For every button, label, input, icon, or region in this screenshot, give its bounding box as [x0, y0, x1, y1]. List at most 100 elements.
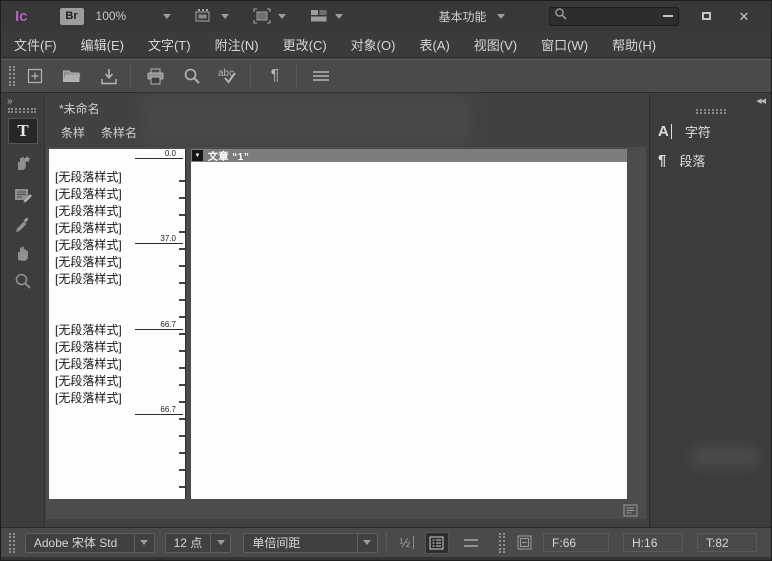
style-row[interactable]: [无段落样式] — [49, 169, 155, 186]
view-options-dropdown[interactable] — [195, 8, 229, 24]
status-bar-grip[interactable] — [499, 533, 505, 553]
menu-changes[interactable]: 更改(C) — [283, 35, 327, 54]
toolbar-menu-button[interactable] — [304, 63, 338, 89]
paragraph-panel-label: 段落 — [679, 151, 705, 170]
style-row[interactable]: [无段落样式] — [49, 390, 155, 407]
style-row[interactable]: [无段落样式] — [49, 186, 155, 203]
style-row-list: [无段落样式] [无段落样式] [无段落样式] [无段落样式] [无段落样式] … — [49, 169, 155, 407]
list-view-icon — [429, 536, 444, 550]
hand-tool-icon — [14, 243, 32, 263]
view-tab-galley[interactable]: 条样 — [61, 124, 85, 141]
hidden-characters-button[interactable]: ¶ — [258, 63, 292, 89]
print-button[interactable] — [138, 63, 172, 89]
incopy-logo: Ic — [15, 8, 28, 25]
style-row[interactable]: [无段落样式] — [49, 373, 155, 390]
menu-help[interactable]: 帮助(H) — [612, 35, 656, 54]
character-panel-label: 字符 — [685, 122, 711, 141]
fraction-toggle[interactable]: ½ — [395, 532, 419, 554]
menu-type[interactable]: 文字(T) — [148, 35, 191, 54]
tool-panel-grip[interactable] — [8, 108, 36, 113]
menu-file[interactable]: 文件(F) — [14, 35, 57, 54]
status-bar: Adobe 宋体 Std 12 点 单倍间距 ½ — [1, 527, 771, 557]
save-button[interactable] — [92, 63, 126, 89]
chevron-down-icon — [210, 534, 230, 552]
leading-value: 单倍间距 — [244, 534, 356, 551]
style-row[interactable]: [无段落样式] — [49, 339, 155, 356]
window-controls: ✕ — [649, 1, 763, 31]
leading-select[interactable]: 单倍间距 — [243, 533, 377, 553]
bridge-button[interactable]: Br — [60, 8, 84, 25]
position-tool[interactable] — [8, 150, 38, 176]
arrange-documents-dropdown[interactable] — [310, 9, 343, 23]
chevron-down-icon — [221, 14, 229, 19]
toolbar-separator — [296, 64, 297, 88]
panel-tab-character[interactable]: A 字符 — [658, 118, 766, 145]
maximize-button[interactable] — [687, 5, 725, 27]
panel-tab-paragraph[interactable]: ¶ 段落 — [658, 147, 766, 174]
menu-table[interactable]: 表(A) — [419, 35, 449, 54]
toolbar-grip[interactable] — [9, 66, 15, 86]
fraction-icon: ½ — [399, 536, 414, 549]
word-count-button[interactable] — [513, 532, 537, 554]
spell-check-button[interactable]: abc — [212, 63, 246, 89]
new-document-button[interactable] — [18, 63, 52, 89]
document-tab[interactable]: *未命名 — [59, 100, 100, 117]
font-family-select[interactable]: Adobe 宋体 Std — [25, 533, 155, 553]
story-collapse-button[interactable]: ▼ — [192, 150, 203, 161]
type-tool-icon: T — [17, 121, 28, 141]
font-size-value: 12 点 — [166, 534, 211, 551]
workspace-switcher[interactable]: 基本功能 — [439, 8, 505, 25]
collapse-panel-icon[interactable]: ◀◀ — [756, 97, 765, 105]
smudge-artifact — [141, 94, 471, 146]
chevron-down-icon — [163, 14, 171, 19]
menu-view[interactable]: 视图(V) — [474, 35, 517, 54]
tool-panel: » T — [1, 94, 45, 527]
menu-object[interactable]: 对象(O) — [351, 35, 396, 54]
eyedropper-tool[interactable] — [8, 212, 38, 238]
list-view-toggle[interactable] — [425, 532, 449, 554]
lines-toggle[interactable] — [459, 532, 483, 554]
menu-edit[interactable]: 编辑(E) — [81, 35, 124, 54]
close-button[interactable]: ✕ — [725, 5, 763, 27]
font-size-select[interactable]: 12 点 — [165, 533, 232, 553]
story-title: 文章 “1” — [208, 148, 249, 163]
menu-notes[interactable]: 附注(N) — [215, 35, 259, 54]
type-tool[interactable]: T — [8, 118, 38, 144]
open-folder-button[interactable] — [55, 63, 89, 89]
hidden-characters-icon: ¶ — [271, 67, 280, 85]
style-row[interactable]: [无段落样式] — [49, 203, 155, 220]
style-row[interactable]: [无段落样式] — [49, 254, 155, 271]
open-folder-icon — [62, 68, 82, 84]
view-tab-story[interactable]: 条样名 — [101, 124, 137, 141]
eyedropper-tool-icon — [14, 216, 32, 234]
screen-mode-icon — [253, 8, 271, 24]
style-row[interactable]: [无段落样式] — [49, 356, 155, 373]
depth-ruler-ticks — [179, 165, 185, 495]
toolbar: abc ¶ — [1, 59, 771, 93]
note-tool-icon — [14, 187, 33, 204]
search-icon — [183, 67, 201, 85]
zoom-tool[interactable] — [8, 268, 38, 294]
right-panel-grip[interactable] — [696, 109, 726, 114]
status-bar-grip[interactable] — [9, 533, 15, 553]
word-count-icon — [517, 535, 532, 550]
screen-mode-dropdown[interactable] — [253, 8, 286, 24]
style-row[interactable]: [无段落样式] — [49, 237, 155, 254]
zoom-level-select[interactable]: 100% — [96, 9, 171, 23]
chevron-down-icon — [134, 534, 154, 552]
style-row-gap — [49, 288, 155, 322]
menu-window[interactable]: 窗口(W) — [541, 35, 588, 54]
story-resize-icon[interactable] — [623, 504, 638, 522]
minimize-button[interactable] — [649, 5, 687, 27]
style-row[interactable]: [无段落样式] — [49, 220, 155, 237]
style-row[interactable]: [无段落样式] — [49, 322, 155, 339]
expand-panel-icon[interactable]: » — [7, 96, 12, 107]
hand-tool[interactable] — [8, 240, 38, 266]
spell-check-icon: abc — [218, 67, 240, 85]
depth-ruler-mark: 0.0 — [135, 149, 183, 159]
style-row[interactable]: [无段落样式] — [49, 271, 155, 288]
menu-icon — [312, 70, 330, 82]
search-button[interactable] — [175, 63, 209, 89]
note-tool[interactable] — [8, 182, 38, 208]
story-editor[interactable]: ▼ 文章 “1” — [191, 149, 627, 499]
